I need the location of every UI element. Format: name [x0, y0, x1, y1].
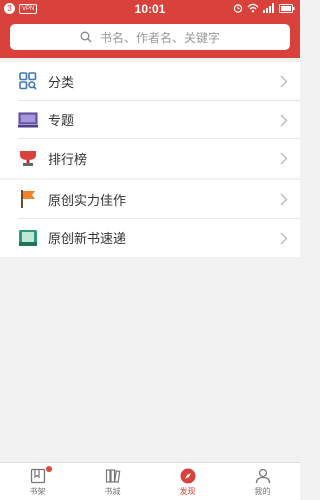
chevron-right-icon: [280, 152, 288, 165]
nav-label: 书城: [104, 487, 121, 496]
menu-item-label: 原创实力佳作: [48, 193, 127, 209]
menu-item-category[interactable]: 分类: [0, 62, 300, 101]
menu-item-label: 排行榜: [48, 152, 88, 168]
nav-bookshelf[interactable]: 书架: [0, 463, 75, 500]
menu-item-original-new[interactable]: 原创新书速递: [0, 219, 300, 258]
alarm-icon: [233, 4, 243, 13]
chevron-right-icon: [280, 193, 288, 206]
menu-group-1: 分类 专题 排行榜: [0, 62, 300, 178]
grid-search-icon: [18, 71, 38, 91]
wifi-icon: [247, 3, 259, 13]
nav-bookstore[interactable]: 书城: [75, 463, 150, 500]
menu-item-label: 原创新书速递: [48, 232, 127, 248]
nav-discover[interactable]: 发现: [150, 463, 225, 500]
person-icon: [255, 468, 270, 484]
book-new-icon: [18, 228, 38, 248]
search-placeholder: 书名、作者名、关键字: [99, 30, 220, 45]
chevron-right-icon: [280, 114, 288, 126]
menu-item-ranking[interactable]: 排行榜: [0, 139, 300, 178]
nav-label: 书架: [29, 487, 46, 496]
bookshelf-icon: [30, 468, 45, 484]
bookstore-icon: [105, 469, 120, 483]
menu-item-original-best[interactable]: 原创实力佳作: [0, 180, 300, 219]
status-right: [233, 3, 295, 13]
chevron-right-icon: [280, 75, 288, 88]
nav-mine[interactable]: 我的: [225, 463, 300, 500]
search-input[interactable]: 书名、作者名、关键字: [10, 24, 290, 50]
notification-badge: [46, 466, 52, 472]
bottom-nav: 书架 书城 发现 我的: [0, 462, 300, 500]
status-bar: 3 VPN 10:01: [0, 0, 300, 18]
chevron-right-icon: [280, 232, 288, 244]
menu-group-2: 原创实力佳作 原创新书速递: [0, 180, 300, 257]
nav-label: 发现: [179, 487, 196, 496]
menu-item-label: 分类: [48, 75, 75, 91]
header: 书名、作者名、关键字: [0, 18, 300, 58]
signal-icon: [263, 3, 274, 13]
trophy-icon: [18, 148, 38, 168]
nav-label: 我的: [254, 487, 271, 496]
compass-icon: [180, 468, 195, 484]
battery-icon: [279, 3, 295, 13]
menu-item-topic[interactable]: 专题: [0, 101, 300, 139]
search-icon: [80, 31, 92, 43]
flag-icon: [18, 189, 38, 209]
menu-item-label: 专题: [48, 114, 75, 130]
monitor-icon: [18, 110, 38, 130]
